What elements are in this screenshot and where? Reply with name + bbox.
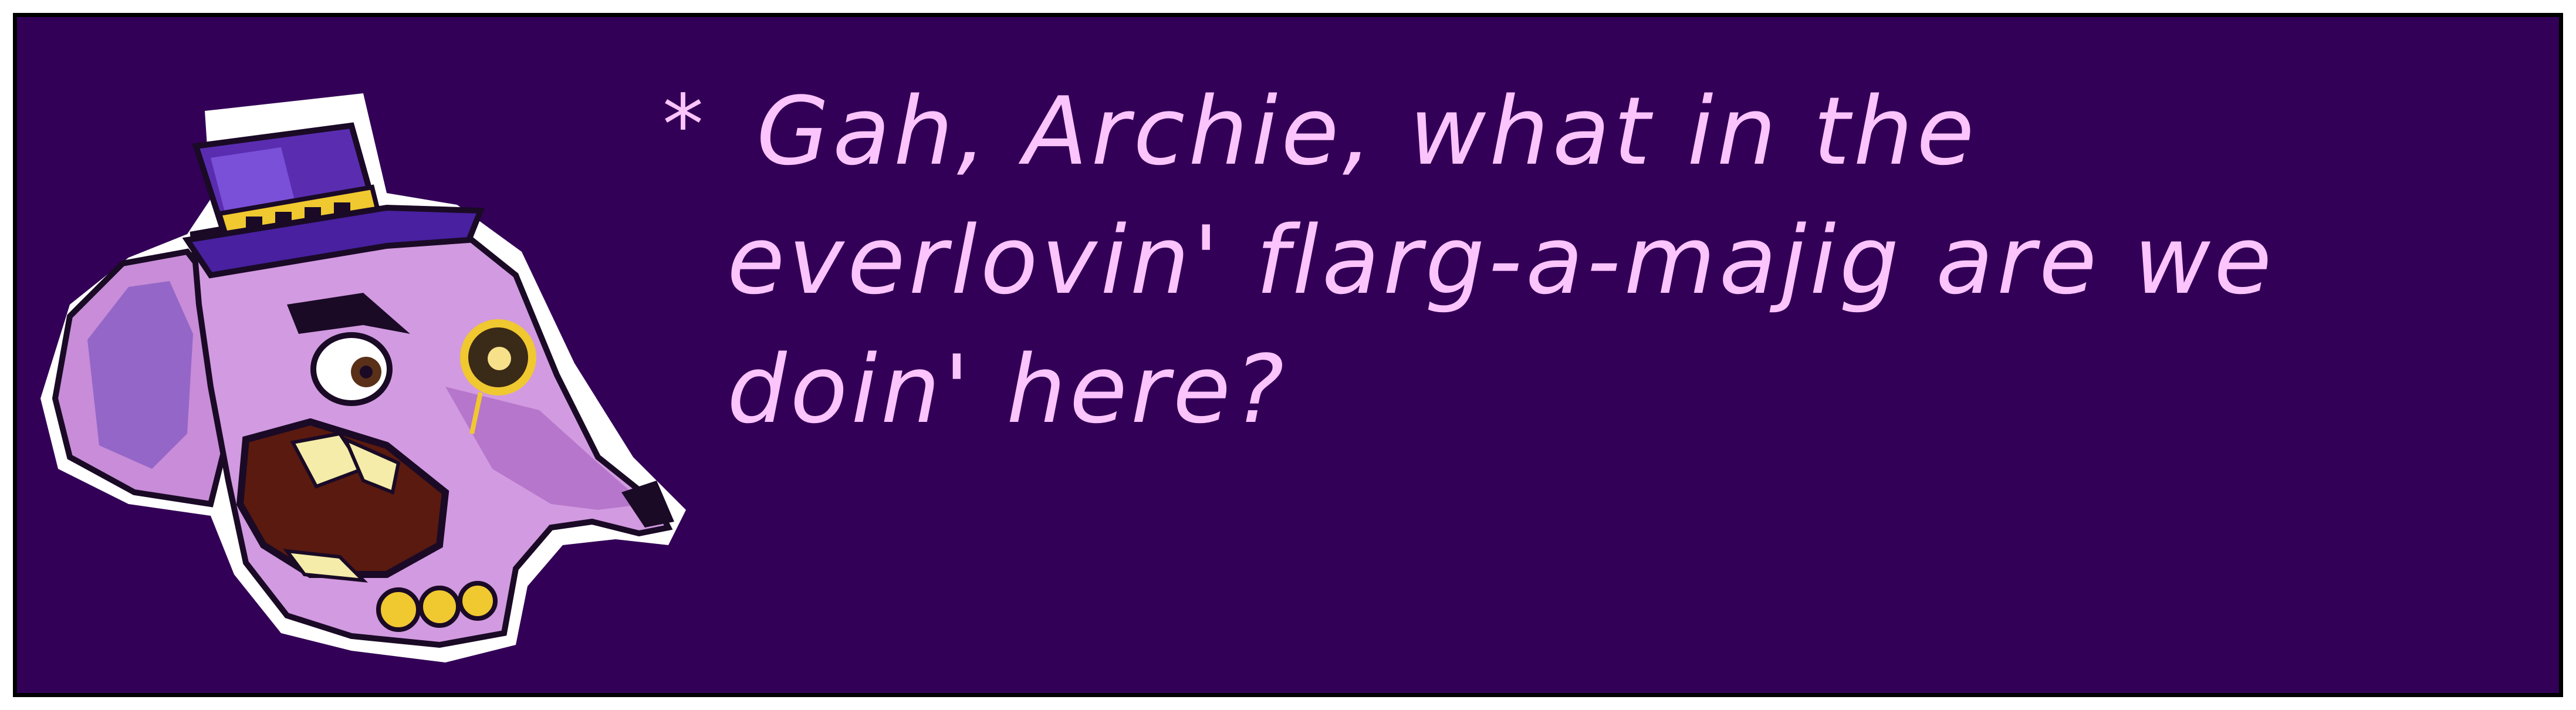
dialogue-line-3: doin' here? <box>727 334 1288 444</box>
dialogue-text: * Gah, Archie, what in the everlovin' fl… <box>662 58 2511 481</box>
dialogue-line-1: Gah, Archie, what in the <box>756 76 1978 186</box>
game-screen: * Gah, Archie, what in the everlovin' fl… <box>0 0 2576 710</box>
dialogue-box[interactable]: * Gah, Archie, what in the everlovin' fl… <box>13 13 2563 697</box>
elephant-portrait-icon <box>35 58 698 674</box>
dialogue-bullet: * <box>662 77 704 173</box>
dialogue-line-2: everlovin' flarg-a-majig are we <box>727 205 2276 315</box>
